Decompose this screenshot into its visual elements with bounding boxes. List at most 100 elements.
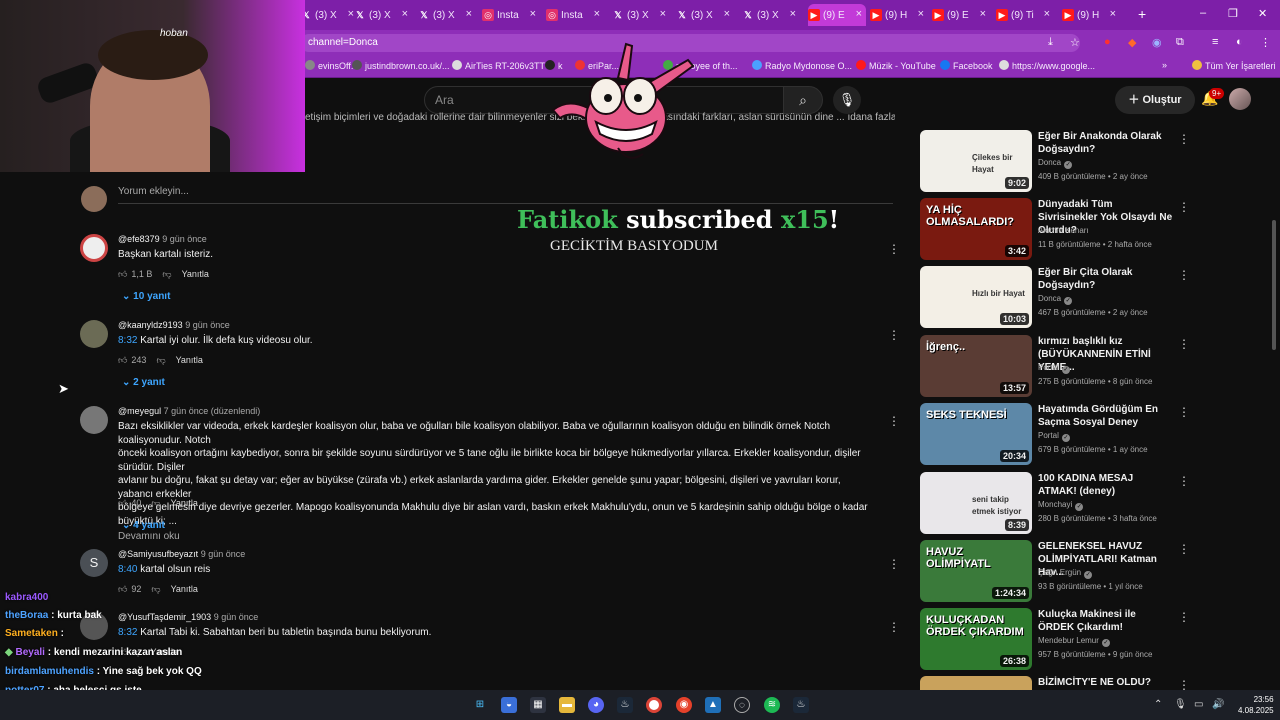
commenter-avatar[interactable] [80,234,108,262]
recommended-video[interactable]: HAVUZ OLİMPİYATL 1:24:34 GELENEKSEL HAVUZ … [920,540,1190,604]
read-more-link[interactable]: Devamını oku [118,530,878,544]
video-menu-icon[interactable]: ⋮ [1178,337,1190,351]
browser-tab[interactable]: ▶ (9) H × [1062,4,1120,26]
browser-tab[interactable]: ▶ (9) H × [870,4,928,26]
file-explorer-icon[interactable]: ▬ [559,697,575,713]
recommended-video[interactable]: SEKS TEKNESİ 20:34 Hayatımda Gördüğüm En S… [920,403,1190,467]
comment-menu-icon[interactable]: ⋮ [888,557,900,571]
commenter-avatar[interactable] [80,406,108,434]
extensions-puzzle-icon[interactable]: ⧉ [1176,36,1184,49]
browser-tab[interactable]: ▶ (9) E × [808,4,866,26]
add-comment-input[interactable]: Yorum ekleyin... [118,186,893,204]
extension-icon[interactable]: ◆ [1128,36,1136,49]
comment-author[interactable]: @kaanyldz9193 [118,320,183,330]
comment-time[interactable]: 9 gün önce [185,320,230,330]
copilot-icon[interactable]: ◒ [501,697,517,713]
close-window-icon[interactable]: ✕ [1258,7,1267,20]
channel-name[interactable]: Akımın Kenarı [1038,226,1089,235]
profile-avatar-icon[interactable]: ◐ [1236,36,1243,48]
commenter-avatar[interactable]: S [80,549,108,577]
reply-button[interactable]: Yanıtla [182,269,209,279]
system-clock[interactable]: 23:56 4.08.2025 [1238,694,1274,716]
comment-time[interactable]: 9 gün önce [214,612,259,622]
dislike-icon[interactable]: 👎︎ [156,355,165,365]
tab-close-icon[interactable]: × [918,8,924,20]
tray-overflow-icon[interactable]: ⌃ [1154,699,1162,710]
steam-icon[interactable]: ♨ [793,697,809,713]
bookmark-item[interactable]: evinsOff... [305,60,358,71]
tab-close-icon[interactable]: × [660,8,666,20]
tab-close-icon[interactable]: × [790,8,796,20]
tray-volume-icon[interactable]: 🔊 [1212,699,1224,710]
channel-name[interactable]: Donca ✓ [1038,294,1073,305]
page-scrollbar[interactable] [1272,220,1276,350]
recommended-video[interactable]: Çilekes bir Hayat 9:02 Eğer Bir Anakonda O… [920,130,1190,194]
tab-close-icon[interactable]: × [466,8,472,20]
video-menu-icon[interactable]: ⋮ [1178,474,1190,488]
tab-close-icon[interactable]: × [980,8,986,20]
tab-close-icon[interactable]: × [402,8,408,20]
bookmark-item[interactable]: Facebook [940,60,993,71]
video-menu-icon[interactable]: ⋮ [1178,405,1190,419]
recommended-video[interactable]: YA HİÇ OLMASALARDI? 3:42 Dünyadaki Tüm Siv… [920,198,1190,262]
tab-close-icon[interactable]: × [530,8,536,20]
recommended-video[interactable]: seni takip etmek istiyor 8:39 100 KADINA M… [920,472,1190,536]
video-thumbnail[interactable]: Çilekes bir Hayat 9:02 [920,130,1032,192]
video-title[interactable]: Hayatımda Gördüğüm En Saçma Sosyal Deney [1038,403,1174,429]
comment-author[interactable]: @meyegul [118,406,161,416]
comment-time[interactable]: 7 gün önce (düzenlendi) [164,406,261,416]
comment-timestamp-link[interactable]: 8:40 [118,564,137,575]
video-thumbnail[interactable]: KULUÇKADAN ÖRDEK ÇIKARDIM 26:38 [920,608,1032,670]
video-thumbnail[interactable]: SEKS TEKNESİ 20:34 [920,403,1032,465]
bookmark-item[interactable]: AirTies RT-206v3TT [452,60,545,71]
discord-icon[interactable]: ◕ [588,697,604,713]
video-menu-icon[interactable]: ⋮ [1178,132,1190,146]
recommended-video[interactable]: İğrenç.. 13:57 kırmızı başlıklı kız (BÜYÜK… [920,335,1190,399]
like-icon[interactable]: 👍︎ [118,355,127,365]
comment-menu-icon[interactable]: ⋮ [888,414,900,428]
video-title[interactable]: BİZİMCİTY'E NE OLDU? [1038,676,1174,689]
reply-button[interactable]: Yanıtla [171,498,198,508]
browser-tab[interactable]: 𝕏 (3) X × [742,4,800,26]
comment-timestamp-link[interactable]: 8:32 [118,335,137,346]
tab-close-icon[interactable]: × [856,8,862,20]
channel-name[interactable]: Mendebur Lemur ✓ [1038,636,1110,647]
video-menu-icon[interactable]: ⋮ [1178,268,1190,282]
tab-close-icon[interactable]: × [1110,8,1116,20]
reply-button[interactable]: Yanıtla [171,584,198,594]
obs-icon[interactable]: ◌ [734,697,750,713]
tray-mic-icon[interactable]: 🎙 [1174,699,1187,710]
like-icon[interactable]: 👍︎ [118,498,127,508]
recommended-video[interactable]: KULUÇKADAN ÖRDEK ÇIKARDIM 26:38 Kuluçka Ma… [920,608,1190,672]
bookmark-item[interactable]: Tüm Yer İşaretleri [1192,60,1276,71]
tray-display-icon[interactable]: ▭ [1194,699,1203,710]
maximize-icon[interactable]: ❐ [1228,7,1238,20]
comment-author[interactable]: @YusufTaşdemir_1903 [118,612,211,622]
video-menu-icon[interactable]: ⋮ [1178,542,1190,556]
media-control-icon[interactable]: ≡ [1212,36,1218,48]
new-tab-icon[interactable]: + [1138,6,1146,22]
comment-menu-icon[interactable]: ⋮ [888,620,900,634]
app-icon[interactable]: ◉ [676,697,692,713]
bookmarks-overflow-icon[interactable]: » [1162,60,1167,70]
reply-button[interactable]: Yanıtla [176,355,203,365]
browser-tab[interactable]: ◎ Insta × [482,4,540,26]
browser-menu-icon[interactable]: ⋮ [1260,36,1271,49]
dislike-icon[interactable]: 👎︎ [162,269,171,279]
bookmark-item[interactable]: https://www.google... [999,60,1095,71]
video-title[interactable]: Eğer Bir Anakonda Olarak Doğsaydın? [1038,130,1174,156]
like-icon[interactable]: 👍︎ [118,584,127,594]
video-thumbnail[interactable]: HAVUZ OLİMPİYATL 1:24:34 [920,540,1032,602]
search-button[interactable]: ⌕ [783,86,823,114]
channel-name[interactable]: Portal ✓ [1038,363,1070,374]
channel-name[interactable]: Portal ✓ [1038,431,1070,442]
voice-search-button[interactable]: 🎙 [833,86,861,114]
browser-tab[interactable]: 𝕏 (3) X × [418,4,476,26]
video-menu-icon[interactable]: ⋮ [1178,200,1190,214]
comment-author[interactable]: @efe8379 [118,234,160,244]
browser-tab[interactable]: ▶ (9) E × [932,4,990,26]
view-replies-button[interactable]: ⌄ 4 yanıt [122,520,165,531]
bookmark-item[interactable]: Müzik - YouTube [856,60,936,71]
video-title[interactable]: 100 KADINA MESAJ ATMAK! (deney) [1038,472,1174,498]
view-replies-button[interactable]: ⌄ 10 yanıt [122,291,170,302]
